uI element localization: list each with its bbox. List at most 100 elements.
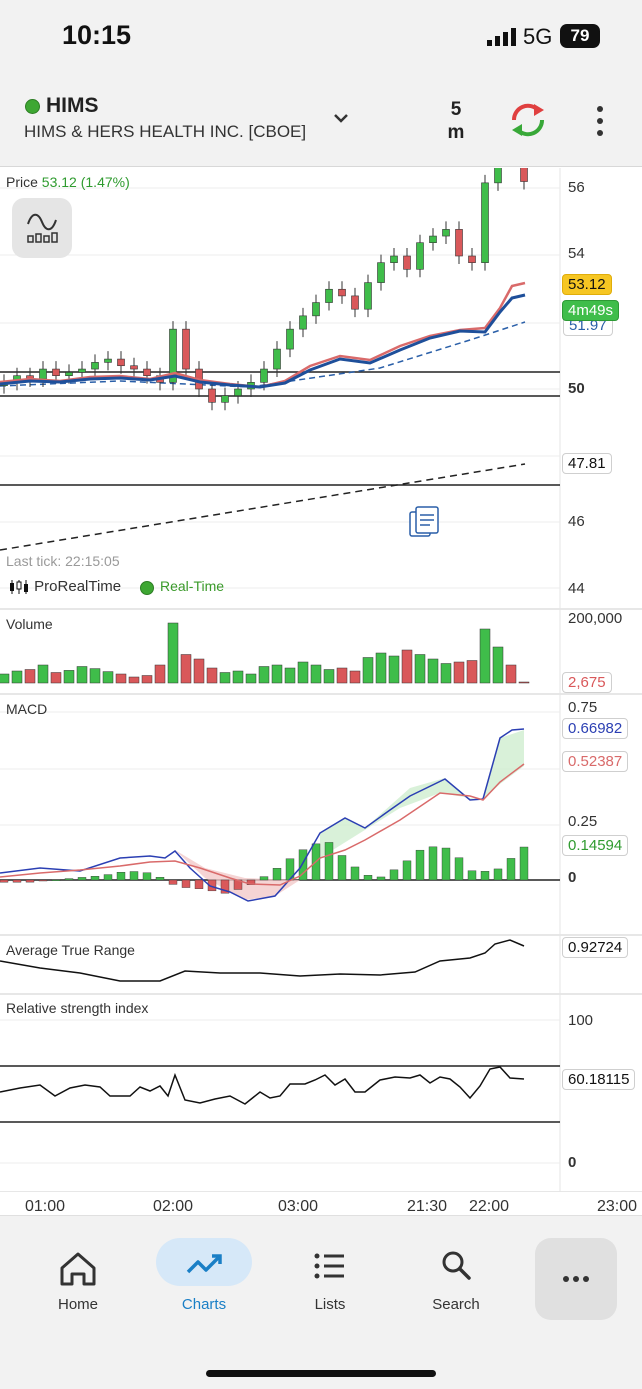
macd-histogram-bar	[168, 879, 178, 885]
candle-body[interactable]	[494, 168, 502, 184]
chevron-down-icon[interactable]	[332, 112, 350, 126]
macd-histogram-bar	[51, 879, 61, 881]
candle-countdown-tag: 4m49s	[562, 300, 620, 321]
macd-histogram-bar	[506, 858, 516, 881]
volume-bar	[63, 670, 75, 684]
candle-body[interactable]	[143, 368, 151, 377]
more-vertical-icon[interactable]	[588, 104, 612, 138]
volume-bar	[89, 668, 101, 684]
macd-histogram-bar	[129, 871, 139, 881]
x-tick: 03:00	[278, 1198, 319, 1215]
macd-histogram-bar	[77, 877, 87, 881]
macd-histogram-bar	[64, 878, 74, 881]
candlestick-series[interactable]	[0, 168, 528, 411]
drawing-tools-button[interactable]	[12, 198, 72, 258]
candle-body[interactable]	[221, 395, 229, 403]
candle-body[interactable]	[299, 315, 307, 330]
volume-bar	[50, 672, 62, 684]
price-tick-46: 46	[568, 513, 585, 530]
candle-body[interactable]	[117, 358, 125, 367]
x-tick: 21:30	[407, 1198, 448, 1215]
candle-body[interactable]	[130, 365, 138, 370]
candle-body[interactable]	[442, 229, 450, 237]
price-change: (1.47%)	[80, 174, 130, 190]
nav-search[interactable]: Search	[406, 1236, 506, 1316]
candle-body[interactable]	[520, 168, 528, 182]
trend-line[interactable]	[0, 463, 526, 551]
document-icon[interactable]	[408, 506, 440, 540]
volume-bar	[0, 673, 10, 684]
candle-body[interactable]	[65, 372, 73, 376]
macd-panel-title: MACD	[6, 701, 48, 717]
realtime-status-dot	[140, 581, 154, 595]
macd-tick-0-25: 0.25	[568, 813, 598, 830]
chart-area[interactable]: Price 53.12 (1.47%) 56 54 50 46 44 51.97…	[0, 168, 642, 1215]
candle-body[interactable]	[429, 235, 437, 244]
candle-body[interactable]	[325, 288, 333, 303]
volume-bar	[232, 670, 244, 684]
nav-lists[interactable]: Lists	[280, 1236, 380, 1316]
macd-histogram-bar	[0, 879, 9, 883]
volume-bar	[388, 655, 400, 684]
macd-histogram-bar	[181, 879, 191, 888]
company-name[interactable]: HIMS & HERS HEALTH INC. [CBOE]	[24, 122, 306, 142]
candle-body[interactable]	[312, 302, 320, 317]
candle-body[interactable]	[351, 295, 359, 310]
candle-body[interactable]	[234, 388, 242, 396]
candle-body[interactable]	[52, 368, 60, 377]
home-icon	[60, 1252, 96, 1286]
chart-canvas[interactable]	[0, 168, 642, 1192]
home-indicator	[206, 1370, 436, 1377]
candle-body[interactable]	[468, 255, 476, 263]
volume-bar	[102, 671, 114, 684]
status-bar: 10:15 5G 79	[0, 0, 642, 72]
timeframe-selector[interactable]: 5 m	[440, 98, 472, 144]
macd-histogram-bar	[337, 855, 347, 881]
sync-icon[interactable]	[508, 100, 548, 140]
macd-value-tag: 0.66982	[562, 718, 629, 739]
rsi-tick-100: 100	[568, 1012, 594, 1029]
macd-histogram-bar	[480, 871, 490, 881]
candle-body[interactable]	[481, 182, 489, 263]
macd-histogram-bar	[90, 876, 100, 881]
candle-body[interactable]	[39, 368, 47, 380]
candle-body[interactable]	[455, 229, 463, 257]
timeframe-value: 5	[450, 99, 462, 120]
volume-bar	[375, 652, 387, 684]
rsi-value-tag: 60.18115	[562, 1069, 636, 1090]
candle-body[interactable]	[377, 262, 385, 283]
volume-bar	[154, 664, 166, 684]
price-tick-44: 44	[568, 580, 585, 597]
macd-histogram-bar	[116, 872, 126, 881]
macd-histogram-bar	[142, 872, 152, 881]
volume-bar	[271, 664, 283, 684]
candle-body[interactable]	[260, 368, 268, 383]
candle-body[interactable]	[403, 255, 411, 270]
candle-body[interactable]	[104, 358, 112, 363]
volume-bar	[284, 667, 296, 684]
volume-bar	[336, 667, 348, 684]
candle-body[interactable]	[182, 328, 190, 370]
nav-charts[interactable]: Charts	[154, 1236, 254, 1316]
candle-body[interactable]	[273, 348, 281, 370]
candle-body[interactable]	[208, 388, 216, 403]
candle-body[interactable]	[91, 362, 99, 370]
volume-bar	[180, 654, 192, 684]
volume-axis-top: 200,000	[568, 610, 623, 627]
candle-body[interactable]	[78, 368, 86, 373]
candle-body[interactable]	[364, 282, 372, 310]
macd-histogram-bar	[38, 879, 48, 882]
nav-home[interactable]: Home	[28, 1236, 128, 1316]
rsi-tick-0: 0	[568, 1154, 577, 1171]
more-button[interactable]	[535, 1238, 617, 1320]
volume-last-tag: 2,675	[562, 672, 612, 693]
candle-body[interactable]	[416, 242, 424, 270]
candle-body[interactable]	[390, 255, 398, 263]
candle-body[interactable]	[286, 328, 294, 350]
symbol-ticker[interactable]: HIMS	[46, 94, 99, 118]
timeframe-unit: m	[447, 122, 465, 143]
candle-body[interactable]	[338, 288, 346, 297]
volume-bar	[518, 681, 530, 684]
volume-bar	[193, 658, 205, 684]
price-tick-54: 54	[568, 245, 585, 262]
